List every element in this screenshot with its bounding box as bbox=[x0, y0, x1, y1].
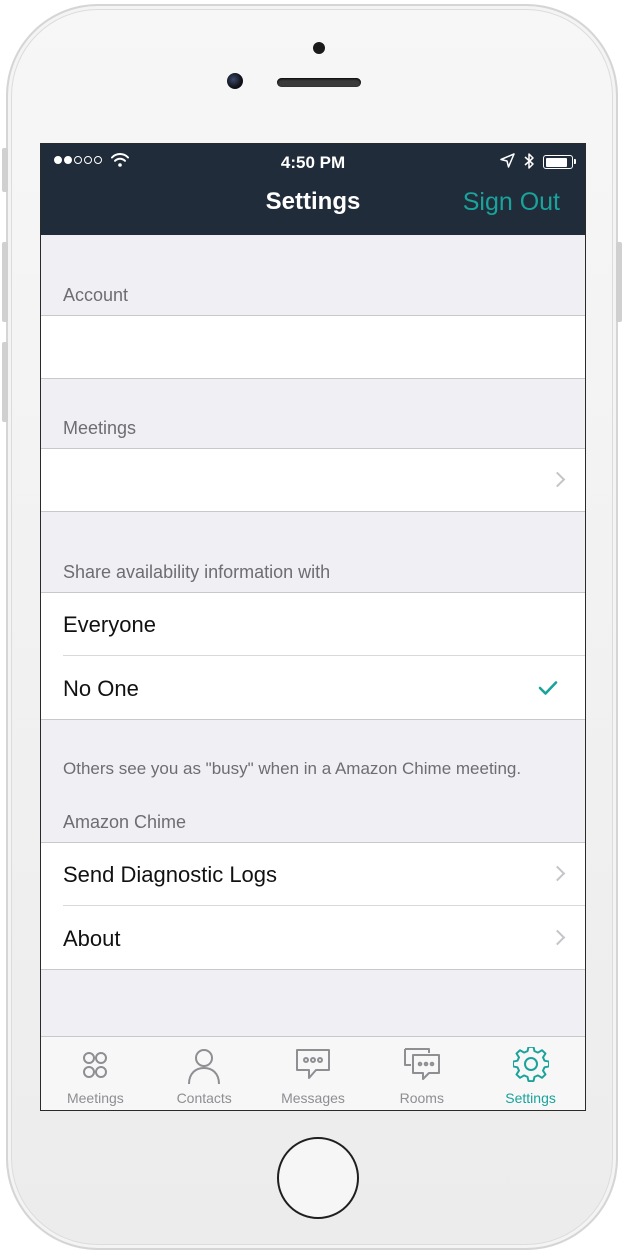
chevron-right-icon bbox=[549, 929, 566, 946]
section-header-meetings: Meetings bbox=[63, 418, 137, 438]
mute-switch bbox=[2, 148, 8, 192]
volume-down-button bbox=[2, 342, 8, 422]
battery-icon bbox=[543, 155, 576, 169]
availability-option-everyone[interactable]: Everyone bbox=[41, 592, 585, 656]
app-screen: 4:50 PM Settings Sign Out Account Meetin… bbox=[40, 143, 586, 1111]
navigation-bar: 4:50 PM Settings Sign Out bbox=[41, 144, 585, 235]
proximity-sensor bbox=[313, 42, 325, 54]
tab-bar: Meetings Contacts Messages Rooms Setting… bbox=[41, 1036, 585, 1110]
section-header-amazon-chime: Amazon Chime bbox=[63, 812, 187, 832]
availability-note: Others see you as "busy" when in a Amazo… bbox=[63, 759, 522, 778]
tab-label: Rooms bbox=[399, 1090, 444, 1106]
tab-label: Contacts bbox=[176, 1090, 232, 1106]
section-header-account: Account bbox=[63, 285, 129, 305]
option-label: Everyone bbox=[63, 612, 156, 637]
row-label: Send Diagnostic Logs bbox=[63, 862, 278, 887]
volume-up-button bbox=[2, 242, 8, 322]
checkmark-icon bbox=[538, 681, 558, 695]
chevron-right-icon bbox=[549, 865, 566, 882]
sign-out-button[interactable]: Sign Out bbox=[463, 188, 560, 217]
availability-option-no-one[interactable]: No One bbox=[41, 656, 585, 720]
location-arrow-icon bbox=[500, 153, 515, 168]
send-diagnostic-logs-row[interactable]: Send Diagnostic Logs bbox=[41, 842, 585, 906]
contacts-icon bbox=[188, 1049, 221, 1085]
gear-icon bbox=[512, 1047, 549, 1083]
chevron-right-icon bbox=[549, 471, 566, 488]
availability-group: Everyone No One bbox=[41, 592, 585, 720]
tab-settings[interactable]: Settings bbox=[476, 1037, 585, 1110]
tab-label: Settings bbox=[505, 1090, 556, 1106]
row-label: About bbox=[63, 926, 121, 951]
meetings-icon bbox=[83, 1052, 108, 1078]
power-button bbox=[616, 242, 622, 322]
meetings-row[interactable] bbox=[41, 448, 585, 512]
tab-messages[interactable]: Messages bbox=[259, 1037, 368, 1110]
home-button[interactable] bbox=[277, 1137, 359, 1219]
tab-label: Meetings bbox=[66, 1090, 124, 1106]
tab-contacts[interactable]: Contacts bbox=[150, 1037, 259, 1110]
tab-label: Messages bbox=[281, 1090, 345, 1106]
account-row[interactable] bbox=[41, 315, 585, 379]
section-header-availability: Share availability information with bbox=[63, 562, 331, 582]
rooms-icon bbox=[403, 1048, 440, 1080]
option-label: No One bbox=[63, 676, 139, 701]
front-camera bbox=[227, 73, 243, 89]
amazon-chime-group: Send Diagnostic Logs About bbox=[41, 842, 585, 970]
tab-meetings[interactable]: Meetings bbox=[41, 1037, 150, 1110]
tab-rooms[interactable]: Rooms bbox=[367, 1037, 476, 1110]
bluetooth-icon bbox=[524, 153, 534, 169]
earpiece-speaker bbox=[277, 78, 361, 87]
status-bar: 4:50 PM bbox=[41, 144, 585, 180]
messages-icon bbox=[295, 1049, 330, 1079]
about-row[interactable]: About bbox=[41, 906, 585, 970]
